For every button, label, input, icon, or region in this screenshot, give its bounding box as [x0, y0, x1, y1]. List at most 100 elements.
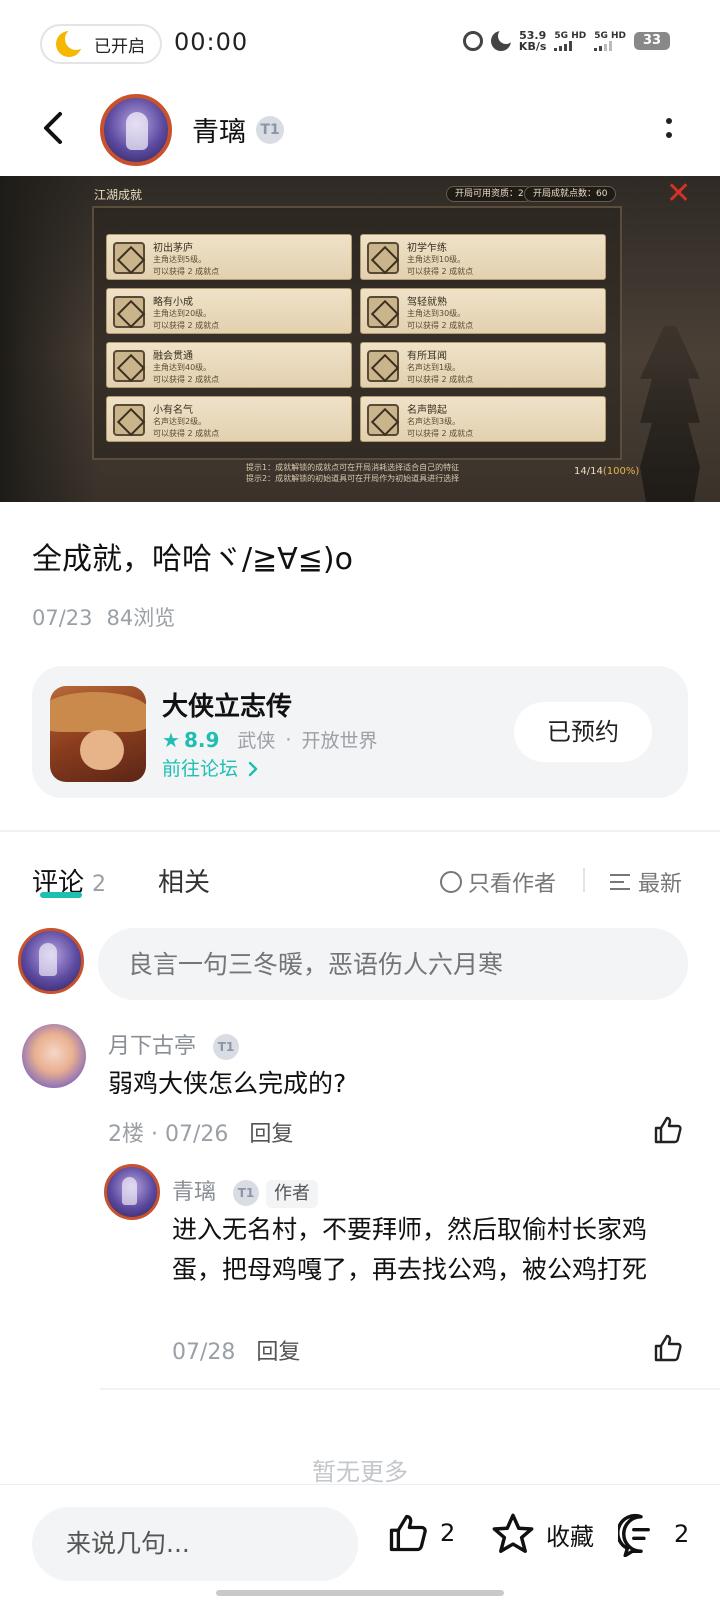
only-author-toggle[interactable]: 只看作者	[440, 866, 556, 898]
no-more-text: 暂无更多	[312, 1458, 408, 1486]
signal-bars-icon	[554, 41, 573, 51]
clock: 00:00	[174, 28, 249, 56]
reply-button[interactable]: 回复	[249, 1122, 293, 1147]
comment-user[interactable]: 月下古亭 T1	[108, 1028, 240, 1060]
thumbs-up-icon[interactable]	[652, 1114, 684, 1146]
reply-author-avatar[interactable]	[104, 1164, 160, 1220]
reply-user[interactable]: 青璃 T1 作者	[172, 1174, 319, 1208]
post-title: 全成就，哈哈ヾ/≧∀≦)o	[32, 542, 353, 577]
sort-label: 最新	[638, 872, 683, 897]
author-name[interactable]: 青璃	[192, 110, 246, 149]
game-tag: 开放世界	[301, 730, 378, 752]
post-image[interactable]: 江湖成就 开局可用资质：2 开局成就点数：60 ✕ 初出茅庐 主角达到5级。 可…	[0, 176, 720, 502]
sim1-label: 5G HD	[554, 31, 587, 41]
reply-text[interactable]: 进入无名村，不要拜师，然后取偷村长家鸡蛋，把母鸡嘎了，再去找公鸡，被公鸡打死	[172, 1210, 692, 1290]
comment-text[interactable]: 弱鸡大侠怎么完成的?	[108, 1064, 346, 1104]
progress-percent: (100%)	[602, 466, 640, 477]
achievement-icon	[113, 404, 145, 436]
separator-dot: ·	[151, 1122, 158, 1147]
reply-button[interactable]: 回复	[256, 1340, 300, 1365]
sim1-signal: 5G HD	[554, 31, 586, 51]
reply-meta: 07/28 回复	[172, 1334, 300, 1366]
active-tab-indicator	[40, 892, 82, 898]
comment-input[interactable]	[98, 928, 688, 1000]
more-options-icon[interactable]	[664, 116, 674, 146]
thumbs-up-icon[interactable]	[652, 1332, 684, 1364]
separator-dot: ·	[285, 728, 292, 751]
achievement-card: 融会贯通 主角达到40级。 可以获得 2 成就点	[106, 342, 352, 388]
achievement-reward: 可以获得 2 成就点	[407, 429, 474, 438]
achievement-card: 小有名气 名声达到2级。 可以获得 2 成就点	[106, 396, 352, 442]
alarm-icon	[462, 31, 483, 51]
favorite-button[interactable]: 收藏	[490, 1511, 594, 1557]
reply-date: 07/28	[172, 1340, 236, 1365]
level-badge: T1	[256, 116, 284, 144]
forum-link[interactable]: 前往论坛	[162, 754, 260, 781]
comment-count: 2	[674, 1520, 690, 1548]
achievement-desc: 主角达到40级。	[153, 363, 212, 372]
network-speed-unit: KB/s	[518, 40, 547, 53]
like-button[interactable]: 2	[386, 1511, 455, 1555]
achievement-card: 驾轻就熟 主角达到30级。 可以获得 2 成就点	[360, 288, 606, 334]
achievement-icon	[367, 350, 399, 382]
achievement-desc: 主角达到10级。	[407, 255, 466, 264]
resource-label: 开局可用资质：2	[446, 186, 533, 202]
achievement-card: 有所耳闻 名声达到1级。 可以获得 2 成就点	[360, 342, 606, 388]
reserved-button[interactable]: 已预约	[514, 702, 652, 762]
achievement-reward: 可以获得 2 成就点	[407, 267, 474, 276]
achievement-name: 驾轻就熟	[407, 297, 447, 308]
sort-button[interactable]: 最新	[610, 866, 682, 898]
bottom-comment-input[interactable]: 来说几句...	[32, 1507, 358, 1581]
achievement-card: 初出茅庐 主角达到5级。 可以获得 2 成就点	[106, 234, 352, 280]
commenter-avatar[interactable]	[22, 1024, 86, 1088]
status-bar: 已开启 00:00 53.9 KB/s 5G HD 5G HD 33	[0, 0, 720, 90]
author-avatar[interactable]	[100, 94, 172, 166]
achievement-desc: 名声达到2级。	[153, 417, 207, 426]
achievement-name: 名声鹊起	[407, 405, 447, 416]
tab-related[interactable]: 相关	[158, 862, 210, 899]
game-tag: 武侠	[237, 730, 276, 752]
achievement-desc: 主角达到20级。	[153, 309, 212, 318]
achievement-name: 略有小成	[153, 297, 193, 308]
achievement-name: 初出茅庐	[153, 243, 193, 254]
achievement-panel-title: 江湖成就	[94, 188, 143, 202]
achievement-icon	[367, 242, 399, 274]
achievement-icon	[367, 296, 399, 328]
progress-count: 14/14	[574, 466, 603, 477]
comments-button[interactable]: 2	[618, 1511, 689, 1557]
comment-floor: 2楼	[108, 1122, 144, 1147]
do-not-disturb-icon	[490, 28, 514, 51]
reply-username: 青璃	[172, 1180, 217, 1205]
background-pagoda	[640, 326, 700, 502]
achievement-card: 初学乍练 主角达到10级。 可以获得 2 成就点	[360, 234, 606, 280]
achievement-icon	[367, 404, 399, 436]
achievement-reward: 可以获得 2 成就点	[407, 375, 474, 384]
moon-icon	[56, 28, 87, 57]
mode-status-text: 已开启	[94, 36, 145, 57]
battery-icon: 33	[634, 32, 670, 50]
post-header: 青璃 T1	[0, 90, 720, 176]
reply-divider	[100, 1388, 720, 1390]
star-icon: ★	[162, 727, 180, 752]
achievement-reward: 可以获得 2 成就点	[153, 375, 220, 384]
game-name[interactable]: 大侠立志传	[162, 686, 292, 723]
post-meta: 07/23 84浏览	[32, 602, 175, 632]
game-icon[interactable]	[50, 686, 146, 782]
home-indicator[interactable]	[216, 1590, 504, 1596]
vertical-divider	[583, 868, 585, 892]
comment-date: 07/26	[165, 1122, 229, 1147]
tip-line: 提示1：成就解锁的成就点可在开局消耗选择适合自己的特征	[246, 463, 460, 472]
achievement-tips: 提示1：成就解锁的成就点可在开局消耗选择适合自己的特征 提示2：成就解锁的初始道…	[246, 462, 459, 484]
achievement-desc: 主角达到30级。	[407, 309, 466, 318]
background-trees	[0, 176, 100, 502]
current-user-avatar	[18, 928, 84, 994]
back-arrow-icon[interactable]	[34, 108, 74, 148]
eye-comfort-pill[interactable]: 已开启	[40, 24, 162, 64]
achievement-reward: 可以获得 2 成就点	[153, 321, 220, 330]
achievement-icon	[113, 242, 145, 274]
achievement-icon	[113, 350, 145, 382]
game-card[interactable]: 大侠立志传 ★ 8.9 武侠 · 开放世界 前往论坛 已预约	[32, 666, 688, 798]
comments-count: 2	[92, 872, 107, 897]
tip-line: 提示2：成就解锁的初始道具可在开局作为初始道具进行选择	[246, 474, 460, 483]
sim2-signal: 5G HD	[594, 31, 626, 51]
